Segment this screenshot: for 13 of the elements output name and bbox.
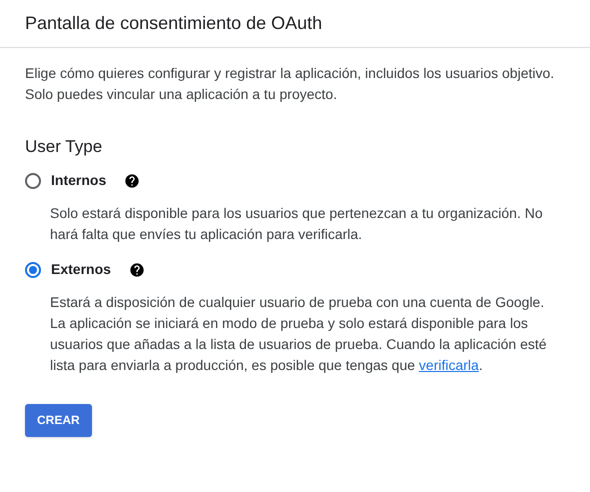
section-heading: User Type xyxy=(25,136,104,158)
verify-link[interactable]: verificarla xyxy=(418,356,479,372)
help-icon[interactable] xyxy=(124,172,140,188)
option-description: Estará a disposición de cualquier usuario de prueba con una cuenta de Google. La aplicación se iniciará en modo de prueba y solo estará disponible para los usuarios que añadas a la lista de usuarios de prueba. Cuando la aplicación esté lista para enviarla a producción, es posible que tengas que verificarla. xyxy=(50,292,548,375)
radio-button[interactable] xyxy=(25,172,41,188)
create-button[interactable]: CREAR xyxy=(25,404,92,436)
intro-text: Elige cómo quieres configurar y registrar la aplicación, incluidos los usuarios objetivo. Solo puedes vincular una aplicación a tu proyecto. xyxy=(25,64,556,104)
page-title: Pantalla de consentimiento de OAuth xyxy=(25,12,322,35)
radio-label[interactable]: Internos xyxy=(51,170,106,191)
help-icon[interactable] xyxy=(128,262,145,278)
option-description: Solo estará disponible para los usuarios que pertenezcan a tu organización. No hará falta que envíes tu aplicación para verificarla. xyxy=(50,204,544,244)
radio-label[interactable]: Externos xyxy=(51,259,111,280)
radio-button[interactable] xyxy=(25,262,41,278)
